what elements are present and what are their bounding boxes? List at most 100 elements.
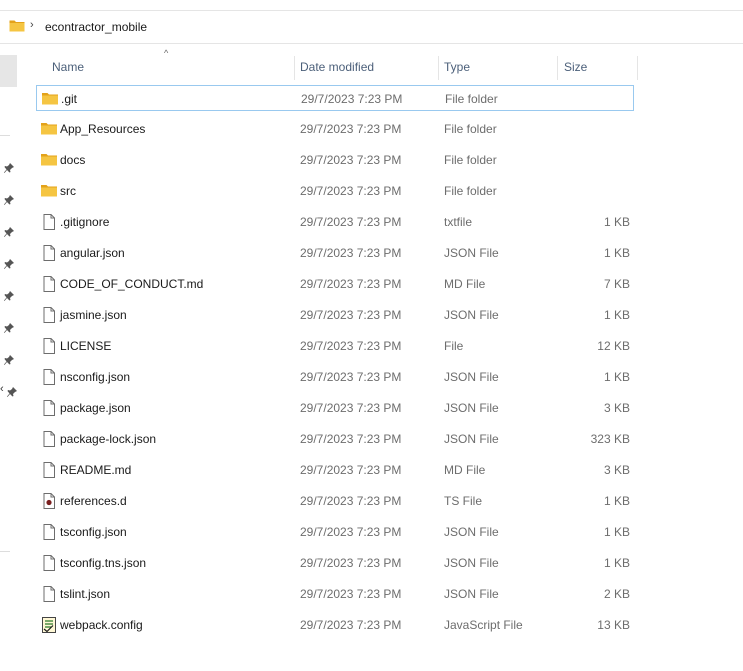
pin-icon[interactable] xyxy=(3,226,15,238)
file-date-modified: 29/7/2023 7:23 PM xyxy=(300,618,402,632)
breadcrumb-econtractor-mobile[interactable]: econtractor_mobile xyxy=(45,20,147,34)
column-header-type[interactable]: Type xyxy=(444,54,470,80)
file-row[interactable]: LICENSE 29/7/2023 7:23 PM File 12 KB xyxy=(36,333,634,359)
file-row[interactable]: docs 29/7/2023 7:23 PM File folder xyxy=(36,147,634,173)
pin-icon[interactable] xyxy=(3,290,15,302)
column-header-date-modified[interactable]: Date modified xyxy=(300,54,374,80)
file-date-modified: 29/7/2023 7:23 PM xyxy=(301,92,403,106)
file-date-modified: 29/7/2023 7:23 PM xyxy=(300,153,402,167)
file-row[interactable]: CODE_OF_CONDUCT.md 29/7/2023 7:23 PM MD Fi… xyxy=(36,271,634,297)
file-name: tsconfig.tns.json xyxy=(60,556,147,570)
file-row[interactable]: tsconfig.tns.json 29/7/2023 7:23 PM JSON F… xyxy=(36,550,634,576)
file-icon xyxy=(40,214,58,230)
file-icon xyxy=(40,524,58,540)
folder-icon xyxy=(41,91,59,107)
file-size: 3 KB xyxy=(603,463,630,477)
column-header-size[interactable]: Size xyxy=(564,54,587,80)
file-type: JavaScript File xyxy=(444,618,523,632)
file-date-modified: 29/7/2023 7:23 PM xyxy=(300,215,402,229)
file-row[interactable]: .git 29/7/2023 7:23 PM File folder xyxy=(36,85,634,111)
file-row[interactable]: tsconfig.json 29/7/2023 7:23 PM JSON File 1… xyxy=(36,519,634,545)
file-name: references.d xyxy=(60,494,127,508)
file-type: txtfile xyxy=(444,215,473,229)
file-row[interactable]: jasmine.json 29/7/2023 7:23 PM JSON File 1 … xyxy=(36,302,634,328)
file-size: 1 KB xyxy=(603,370,630,384)
file-size: 12 KB xyxy=(597,339,630,353)
nav-divider xyxy=(0,135,10,136)
file-type: File xyxy=(444,339,464,353)
column-resize-handle[interactable] xyxy=(637,56,638,80)
file-name: tslint.json xyxy=(60,587,111,601)
nav-selected-item[interactable] xyxy=(0,55,17,87)
column-header-name[interactable]: Name xyxy=(52,54,84,80)
file-size: 1 KB xyxy=(603,246,630,260)
file-type: File folder xyxy=(444,153,497,167)
file-icon xyxy=(40,276,58,292)
pin-icon[interactable] xyxy=(3,354,15,366)
file-date-modified: 29/7/2023 7:23 PM xyxy=(300,556,402,570)
file-row[interactable]: nsconfig.json 29/7/2023 7:23 PM JSON File 1… xyxy=(36,364,634,390)
file-row[interactable]: src 29/7/2023 7:23 PM File folder xyxy=(36,178,634,204)
file-icon xyxy=(40,338,58,354)
file-name: angular.json xyxy=(60,246,125,260)
file-type: MD File xyxy=(444,277,486,291)
column-resize-handle[interactable] xyxy=(557,56,558,80)
pin-icon[interactable] xyxy=(6,386,18,398)
file-date-modified: 29/7/2023 7:23 PM xyxy=(300,401,402,415)
nav-truncated-text: ‹ xyxy=(0,383,4,395)
file-icon xyxy=(40,586,58,602)
file-size: 13 KB xyxy=(597,618,630,632)
file-type: JSON File xyxy=(444,587,499,601)
pin-icon[interactable] xyxy=(3,322,15,334)
file-date-modified: 29/7/2023 7:23 PM xyxy=(300,525,402,539)
file-type: JSON File xyxy=(444,525,499,539)
file-row[interactable]: App_Resources 29/7/2023 7:23 PM File folde… xyxy=(36,116,634,142)
file-size: 1 KB xyxy=(603,556,630,570)
file-date-modified: 29/7/2023 7:23 PM xyxy=(300,370,402,384)
file-date-modified: 29/7/2023 7:23 PM xyxy=(300,308,402,322)
file-date-modified: 29/7/2023 7:23 PM xyxy=(300,277,402,291)
file-name: package.json xyxy=(60,401,131,415)
file-type: File folder xyxy=(444,184,497,198)
column-header-row: ^ Name Date modified Type Size xyxy=(36,48,638,80)
folder-icon xyxy=(40,121,58,137)
file-size: 1 KB xyxy=(603,494,630,508)
file-type: JSON File xyxy=(444,401,499,415)
file-row[interactable]: tslint.json 29/7/2023 7:23 PM JSON File 2 K… xyxy=(36,581,634,607)
file-row[interactable]: angular.json 29/7/2023 7:23 PM JSON File 1 … xyxy=(36,240,634,266)
column-resize-handle[interactable] xyxy=(438,56,439,80)
pin-icon[interactable] xyxy=(3,258,15,270)
file-name: tsconfig.json xyxy=(60,525,127,539)
file-name: package-lock.json xyxy=(60,432,157,446)
file-icon xyxy=(40,369,58,385)
file-row[interactable]: package.json 29/7/2023 7:23 PM JSON File 3 … xyxy=(36,395,634,421)
file-row[interactable]: webpack.config 29/7/2023 7:23 PM JavaScrip… xyxy=(36,612,634,638)
column-resize-handle[interactable] xyxy=(294,56,295,80)
file-icon xyxy=(40,307,58,323)
file-row[interactable]: README.md 29/7/2023 7:23 PM MD File 3 KB xyxy=(36,457,634,483)
file-size: 3 KB xyxy=(603,401,630,415)
pin-icon[interactable] xyxy=(3,162,15,174)
folder-icon xyxy=(9,19,25,32)
folder-icon xyxy=(40,183,58,199)
file-type: JSON File xyxy=(444,370,499,384)
file-size: 1 KB xyxy=(603,525,630,539)
file-size: 7 KB xyxy=(603,277,630,291)
file-date-modified: 29/7/2023 7:23 PM xyxy=(300,494,402,508)
file-row[interactable]: package-lock.json 29/7/2023 7:23 PM JSON F… xyxy=(36,426,634,452)
file-date-modified: 29/7/2023 7:23 PM xyxy=(300,432,402,446)
file-type: JSON File xyxy=(444,246,499,260)
ts-file-icon xyxy=(40,493,58,509)
file-type: JSON File xyxy=(444,556,499,570)
file-date-modified: 29/7/2023 7:23 PM xyxy=(300,587,402,601)
sort-ascending-icon: ^ xyxy=(164,48,169,58)
file-date-modified: 29/7/2023 7:23 PM xyxy=(300,184,402,198)
file-row[interactable]: .gitignore 29/7/2023 7:23 PM txtfile 1 KB xyxy=(36,209,634,235)
file-date-modified: 29/7/2023 7:23 PM xyxy=(300,246,402,260)
file-name: README.md xyxy=(60,463,132,477)
folder-icon xyxy=(40,152,58,168)
file-icon xyxy=(40,400,58,416)
file-row[interactable]: references.d 29/7/2023 7:23 PM TS File 1 KB xyxy=(36,488,634,514)
pin-icon[interactable] xyxy=(3,194,15,206)
address-bar[interactable]: › econtractor_mobile xyxy=(0,11,743,44)
